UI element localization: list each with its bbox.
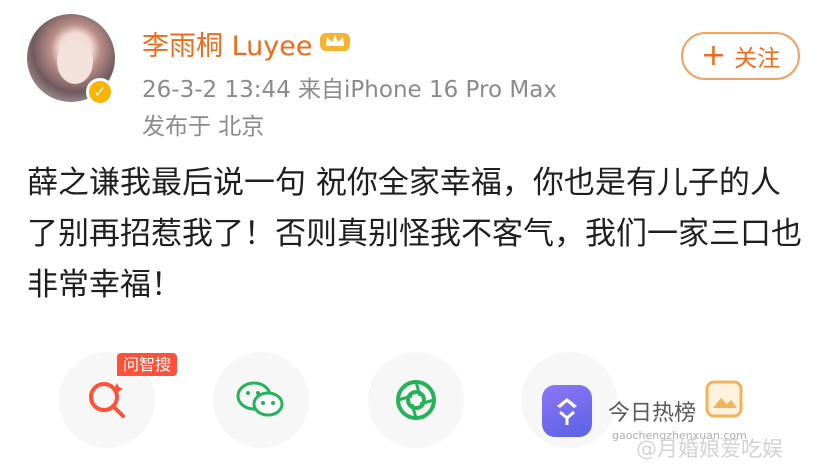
- username[interactable]: 李雨桐 Luyee: [142, 24, 312, 63]
- wechat-share-button[interactable]: [213, 352, 309, 448]
- follow-button[interactable]: + 关注: [681, 32, 800, 80]
- plus-icon: +: [700, 38, 727, 73]
- follow-label: 关注: [734, 46, 781, 72]
- search-ai-icon: [89, 382, 125, 418]
- watermark-name: @月婚娘爱吃娱: [636, 437, 783, 461]
- post-location: 发布于 北京: [142, 114, 265, 140]
- post-meta: 26-3-2 13:44 来自iPhone 16 Pro Max: [142, 77, 557, 103]
- verified-icon: ✓: [86, 78, 114, 106]
- photo-icon[interactable]: [704, 379, 744, 419]
- post-text: 薛之谦我最后说一句 祝你全家幸福，你也是有儿子的人了别再招惹我了！否则真别怪我不…: [27, 165, 802, 303]
- crown-icon: [320, 33, 350, 51]
- hot-list-icon: [542, 385, 592, 437]
- hot-list-label: 今日热榜: [608, 401, 697, 426]
- wechat-icon: [236, 381, 284, 417]
- avatar-face: [57, 40, 93, 84]
- moments-share-button[interactable]: [368, 352, 464, 448]
- moments-icon: [396, 380, 436, 420]
- search-ai-badge: 问智搜: [117, 353, 178, 376]
